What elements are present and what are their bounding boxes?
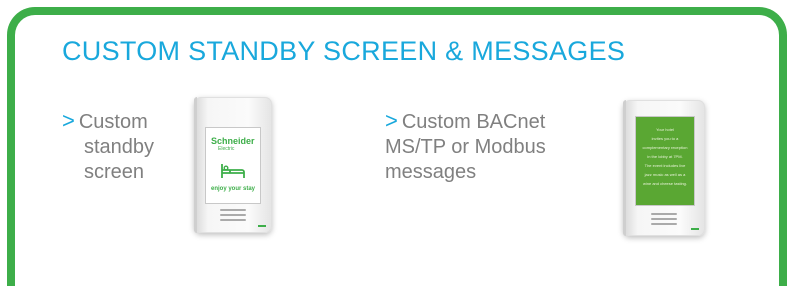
bullet-line: Custom — [78, 111, 148, 133]
slide-title: CUSTOM STANDBY SCREEN & MESSAGES — [62, 36, 626, 66]
device-edge — [623, 100, 626, 236]
device-brand-mark — [258, 225, 266, 227]
bullet-custom-standby: > Custom standby screen — [62, 108, 182, 185]
bullet-custom-messages: > Custom BACnet MS/TP or Modbus messages — [385, 108, 615, 185]
thermostat-device-message: Your hotel invites you to a complementar… — [623, 100, 705, 236]
standby-screen: Schneider Electric enjoy your stay — [205, 127, 261, 204]
bullet-line: screen — [84, 161, 145, 183]
chevron-right-icon: > — [62, 108, 75, 133]
bullet-line: Custom BACnet — [401, 111, 546, 133]
schneider-logo: Schneider — [211, 136, 255, 146]
device-vents — [220, 209, 246, 224]
device-brand-mark — [691, 228, 699, 230]
bullet-line: standby — [84, 136, 155, 158]
schneider-logo-sub: Electric — [218, 146, 235, 152]
thermostat-device-standby: Schneider Electric enjoy your stay — [194, 97, 272, 233]
bullet-line: MS/TP or Modbus — [385, 136, 546, 158]
standby-tagline: enjoy your stay — [210, 186, 255, 192]
chevron-right-icon: > — [385, 108, 398, 133]
bullet-line: messages — [385, 161, 477, 183]
message-text: Your hotel invites you to a complementar… — [642, 127, 688, 186]
bed-icon — [221, 164, 245, 178]
message-screen: Your hotel invites you to a complementar… — [635, 116, 695, 206]
device-edge — [194, 97, 197, 233]
device-vents — [651, 213, 677, 228]
